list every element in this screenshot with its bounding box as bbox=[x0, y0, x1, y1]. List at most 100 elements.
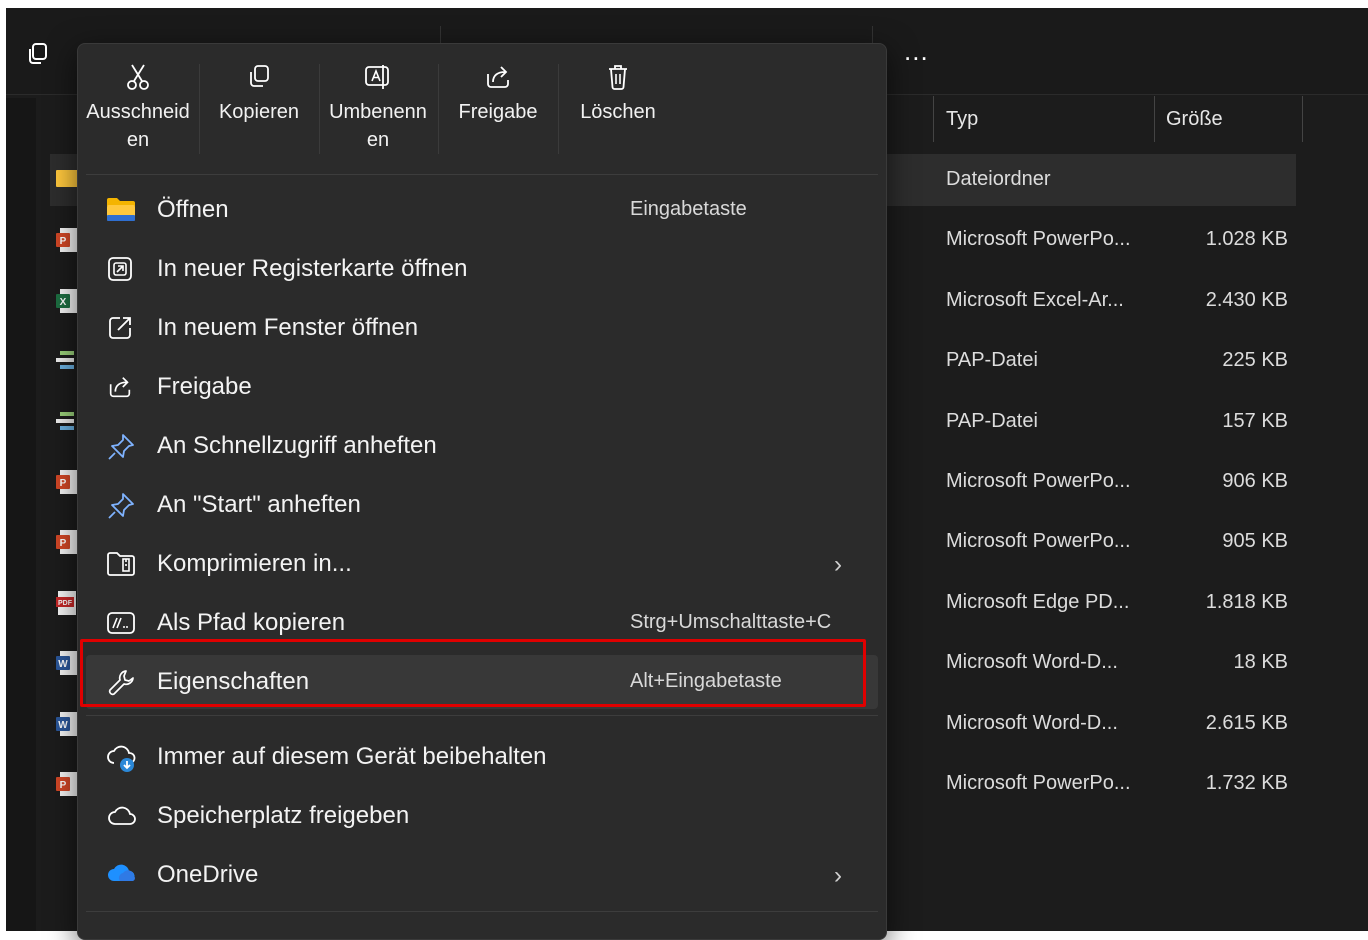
file-size: 2.615 KB bbox=[1205, 711, 1288, 734]
file-type: Dateiordner bbox=[946, 168, 1051, 190]
file-type: PAP-Datei bbox=[946, 349, 1038, 372]
file-size: 225 KB bbox=[1222, 349, 1288, 372]
menu-item-2[interactable]: In neuer Registerkarte öffnen bbox=[86, 242, 878, 296]
menu-item-label: Als Pfad kopieren bbox=[157, 609, 346, 636]
share-button[interactable]: Freigabe bbox=[442, 52, 554, 170]
path-icon bbox=[106, 609, 136, 637]
copy-label: Kopieren bbox=[218, 101, 300, 123]
folder-icon bbox=[56, 168, 78, 192]
navigation-pane bbox=[6, 98, 36, 931]
file-size: 1.732 KB bbox=[1205, 772, 1288, 794]
file-type: Microsoft PowerPo... bbox=[946, 470, 1131, 492]
onedrive-icon bbox=[106, 861, 136, 889]
highlight-annotation bbox=[80, 639, 866, 707]
table-row[interactable]: Microsoft PowerPo... 1.732 KB bbox=[886, 758, 1296, 810]
column-header-type[interactable]: Typ bbox=[946, 108, 978, 148]
column-header-size[interactable]: Größe bbox=[1166, 108, 1223, 148]
cut-label: Ausschneiden bbox=[86, 101, 190, 151]
scissors-icon bbox=[127, 64, 149, 90]
word-icon: W bbox=[56, 651, 78, 676]
menu-item-label: In neuem Fenster öffnen bbox=[157, 314, 419, 341]
menu-item-label: Öffnen bbox=[157, 196, 229, 223]
file-size: 18 KB bbox=[1233, 651, 1288, 674]
file-type: Microsoft Word-D... bbox=[946, 651, 1118, 674]
file-size: 906 KB bbox=[1222, 470, 1288, 492]
excel-icon: X bbox=[56, 288, 78, 313]
new-tab-icon bbox=[106, 255, 136, 283]
pdf-icon: PDF bbox=[56, 590, 78, 615]
menu-item-6[interactable]: An "Start" anheften bbox=[86, 478, 878, 532]
menu-item-label: Immer auf diesem Gerät beibehalten bbox=[157, 743, 547, 770]
file-size: 2.430 KB bbox=[1205, 288, 1288, 311]
pap-icon bbox=[56, 410, 78, 434]
menu-divider bbox=[86, 715, 878, 716]
table-row[interactable]: Microsoft PowerPo... 906 KB bbox=[886, 456, 1296, 508]
zip-icon bbox=[106, 550, 136, 578]
svg-text:P: P bbox=[60, 538, 67, 549]
menu-item-label: Freigabe bbox=[157, 373, 252, 400]
folder-icon bbox=[106, 196, 136, 224]
cloud-icon bbox=[106, 802, 136, 830]
svg-text:P: P bbox=[60, 236, 67, 247]
copy-button[interactable]: Kopieren bbox=[203, 52, 315, 170]
menu-item-1[interactable]: Öffnen Eingabetaste bbox=[86, 183, 878, 237]
menu-divider bbox=[86, 174, 878, 175]
menu-item-label: Speicherplatz freigeben bbox=[157, 802, 410, 829]
rename-button[interactable]: Umbenennen bbox=[322, 52, 434, 170]
delete-button[interactable]: Löschen bbox=[562, 52, 674, 170]
menu-item-label: Komprimieren in... bbox=[157, 550, 352, 577]
menu-item-7[interactable]: Komprimieren in... › bbox=[86, 537, 878, 591]
share-icon bbox=[487, 66, 509, 88]
chevron-right-icon: › bbox=[834, 862, 842, 889]
file-type: Microsoft Edge PD... bbox=[946, 590, 1130, 613]
file-size: 905 KB bbox=[1222, 530, 1288, 553]
table-row[interactable]: Microsoft Edge PD... 1.818 KB bbox=[886, 577, 1296, 629]
quick-actions-bar: Ausschneiden Kopieren Umbenennen Freigab… bbox=[78, 44, 886, 174]
delete-label: Löschen bbox=[580, 101, 656, 123]
cloud-menu-item-1[interactable]: Immer auf diesem Gerät beibehalten bbox=[86, 730, 878, 784]
pin-icon bbox=[106, 432, 136, 460]
file-type: Microsoft Excel-Ar... bbox=[946, 288, 1124, 311]
new-window-icon bbox=[106, 314, 136, 342]
table-row[interactable]: Dateiordner bbox=[886, 154, 1296, 206]
menu-item-5[interactable]: An Schnellzugriff anheften bbox=[86, 419, 878, 473]
menu-item-3[interactable]: In neuem Fenster öffnen bbox=[86, 301, 878, 355]
menu-divider bbox=[86, 911, 878, 912]
cloud-menu-item-3[interactable]: OneDrive › bbox=[86, 848, 878, 902]
powerpoint-icon: P bbox=[56, 530, 78, 555]
pap-icon bbox=[56, 349, 78, 373]
cut-button[interactable]: Ausschneiden bbox=[82, 52, 194, 170]
file-type: Microsoft PowerPo... bbox=[946, 530, 1131, 553]
svg-text:X: X bbox=[60, 297, 67, 308]
file-type: Microsoft PowerPo... bbox=[946, 228, 1131, 251]
table-row[interactable]: PAP-Datei 157 KB bbox=[886, 396, 1296, 448]
menu-item-label: An Schnellzugriff anheften bbox=[157, 432, 437, 459]
table-row[interactable]: Microsoft Excel-Ar... 2.430 KB bbox=[886, 275, 1296, 327]
chevron-right-icon: › bbox=[834, 551, 842, 578]
menu-item-4[interactable]: Freigabe bbox=[86, 360, 878, 414]
table-row[interactable]: Microsoft Word-D... 2.615 KB bbox=[886, 698, 1296, 750]
table-row[interactable]: Microsoft PowerPo... 905 KB bbox=[886, 516, 1296, 568]
svg-text:P: P bbox=[60, 780, 67, 791]
table-row[interactable]: PAP-Datei 225 KB bbox=[886, 335, 1296, 387]
svg-text:W: W bbox=[58, 659, 68, 670]
powerpoint-icon: P bbox=[56, 228, 78, 253]
menu-item-shortcut: Strg+Umschalttaste+C bbox=[630, 611, 832, 633]
file-type: Microsoft Word-D... bbox=[946, 711, 1118, 734]
svg-text:P: P bbox=[60, 478, 67, 489]
svg-text:PDF: PDF bbox=[58, 600, 73, 607]
menu-item-label: OneDrive bbox=[157, 861, 259, 888]
file-size: 1.028 KB bbox=[1205, 228, 1288, 251]
powerpoint-icon: P bbox=[56, 772, 78, 796]
copy-icon bbox=[250, 65, 269, 87]
menu-item-label: In neuer Registerkarte öffnen bbox=[157, 255, 468, 282]
cloud-menu-item-2[interactable]: Speicherplatz freigeben bbox=[86, 789, 878, 843]
more-options-button[interactable]: ... bbox=[904, 36, 929, 67]
table-row[interactable]: Microsoft PowerPo... 1.028 KB bbox=[886, 214, 1296, 266]
copy-icon[interactable] bbox=[24, 40, 52, 68]
menu-item-label: An "Start" anheften bbox=[157, 491, 361, 518]
table-row[interactable]: Microsoft Word-D... 18 KB bbox=[886, 637, 1296, 689]
context-menu: Ausschneiden Kopieren Umbenennen Freigab… bbox=[77, 43, 887, 940]
powerpoint-icon: P bbox=[56, 470, 78, 494]
rename-icon bbox=[365, 65, 389, 89]
